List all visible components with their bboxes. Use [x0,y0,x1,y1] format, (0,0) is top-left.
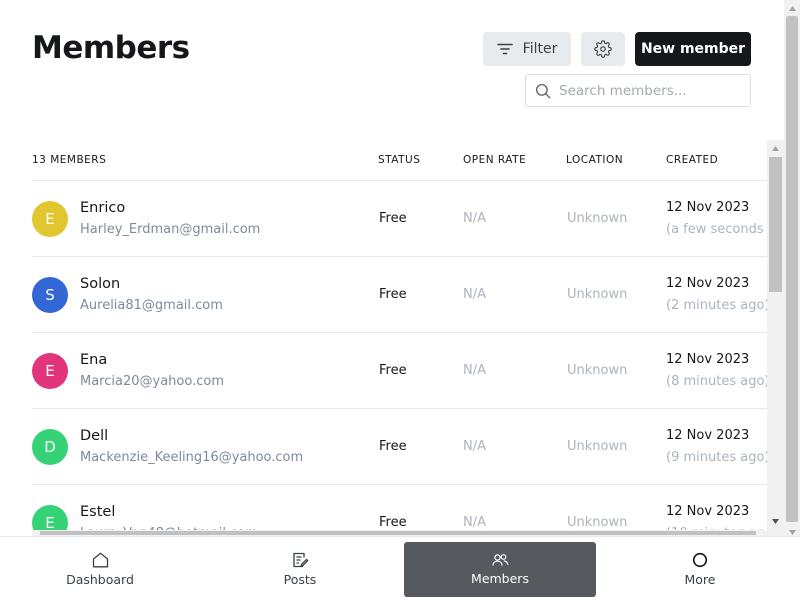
member-email: Harley_Erdman@gmail.com [80,222,261,237]
nav-item-posts[interactable]: Posts [204,542,396,597]
member-name: Dell [80,428,109,444]
column-header-open-rate[interactable]: OPEN RATE [463,154,526,166]
page-scroll-up-arrow-icon[interactable] [784,0,800,16]
member-created-ago: (9 minutes ago) [666,450,767,465]
member-status: Free [379,363,407,378]
member-created-date: 12 Nov 2023 [666,352,750,367]
column-header-status[interactable]: STATUS [378,154,420,166]
filter-button-label: Filter [522,41,558,57]
nav-item-dashboard[interactable]: Dashboard [4,542,196,597]
member-status: Free [379,439,407,454]
nav-item-label: Posts [283,572,317,587]
member-location: Unknown [567,211,628,226]
nav-item-label: Members [471,571,529,586]
member-status: Free [379,515,407,530]
member-row[interactable]: E Ena Marcia20@yahoo.com Free N/A Unknow… [32,333,767,409]
new-member-button[interactable]: New member [635,32,751,66]
settings-button[interactable] [581,32,625,66]
member-row[interactable]: E Estel Laura_Von48@hotmail.com Free N/A… [32,485,767,536]
member-open-rate: N/A [463,515,486,530]
member-status: Free [379,211,407,226]
member-created-ago: (2 minutes ago) [666,298,767,313]
member-status: Free [379,287,407,302]
member-email: Aurelia81@gmail.com [80,298,223,313]
member-name: Solon [80,276,121,292]
filter-icon [496,43,513,55]
member-open-rate: N/A [463,363,486,378]
member-location: Unknown [567,515,628,530]
scroll-up-arrow-icon[interactable] [767,140,784,157]
nav-item-members[interactable]: Members [404,542,596,597]
page-scrollbar-thumb[interactable] [786,16,798,522]
member-created-ago: (a few seconds ago) [666,222,767,237]
member-created-date: 12 Nov 2023 [666,200,750,215]
bottom-navigation: Dashboard Posts Members More [0,536,800,600]
avatar: E [32,201,68,237]
page-title: Members [32,30,190,66]
member-open-rate: N/A [463,439,486,454]
scroll-down-arrow-icon[interactable] [767,513,784,530]
member-row[interactable]: S Solon Aurelia81@gmail.com Free N/A Unk… [32,257,767,333]
table-header: 13 MEMBERS STATUS OPEN RATE LOCATION CRE… [32,140,767,181]
avatar: D [32,429,68,465]
members-icon [491,554,508,566]
member-open-rate: N/A [463,211,486,226]
member-location: Unknown [567,287,628,302]
column-header-members[interactable]: 13 MEMBERS [32,154,106,166]
member-created-date: 12 Nov 2023 [666,276,750,291]
table-scrollbar-thumb[interactable] [769,157,782,292]
filter-button[interactable]: Filter [483,32,571,66]
members-table: 13 MEMBERS STATUS OPEN RATE LOCATION CRE… [0,140,767,536]
member-location: Unknown [567,439,628,454]
circle-icon [692,552,708,568]
column-header-location[interactable]: LOCATION [566,154,623,166]
table-horizontal-scrollbar-thumb[interactable] [40,531,756,535]
member-location: Unknown [567,363,628,378]
member-row[interactable]: E Enrico Harley_Erdman@gmail.com Free N/… [32,181,767,257]
member-name: Ena [80,352,108,368]
gear-icon [594,40,612,58]
member-name: Enrico [80,200,126,216]
page-scrollbar[interactable] [784,0,800,540]
member-row[interactable]: D Dell Mackenzie_Keeling16@yahoo.com Fre… [32,409,767,485]
search-icon [535,83,551,98]
member-created-date: 12 Nov 2023 [666,504,750,519]
nav-item-label: Dashboard [66,572,134,587]
member-created-date: 12 Nov 2023 [666,428,750,443]
search-box [525,74,751,107]
member-open-rate: N/A [463,287,486,302]
member-email: Marcia20@yahoo.com [80,374,224,389]
member-created-ago: (8 minutes ago) [666,374,767,389]
document-edit-icon [292,552,308,568]
column-header-created[interactable]: CREATED [666,154,718,166]
nav-item-more[interactable]: More [604,542,796,597]
member-email: Mackenzie_Keeling16@yahoo.com [80,450,304,465]
avatar: S [32,277,68,313]
nav-item-label: More [684,572,716,587]
member-name: Estel [80,504,116,520]
search-input[interactable] [559,82,744,99]
avatar: E [32,353,68,389]
table-vertical-scrollbar[interactable] [767,140,784,530]
house-icon [92,552,108,568]
